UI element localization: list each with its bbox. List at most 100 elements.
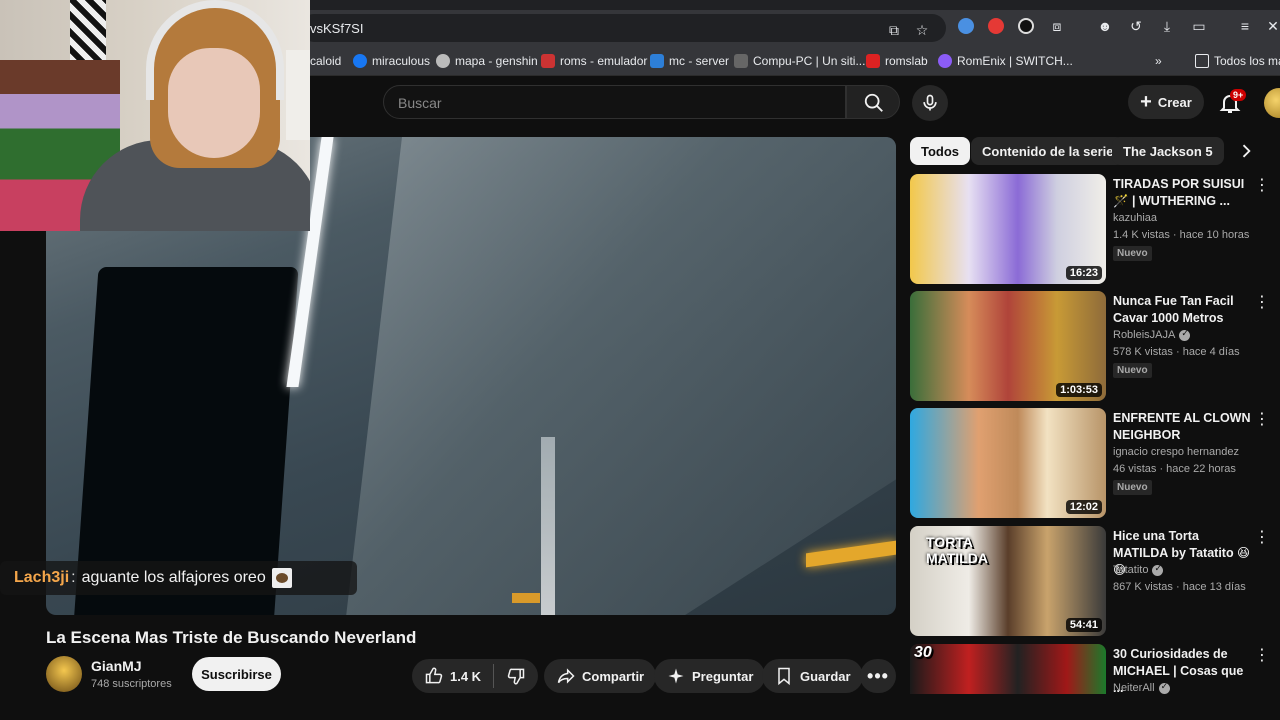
more-vertical-icon[interactable]: ⋮ (1254, 295, 1270, 313)
bookmarks-overflow-label: » (1155, 54, 1162, 68)
subscribe-button[interactable]: Suscribirse (192, 657, 281, 691)
profile-icon[interactable]: ☻ (1096, 17, 1114, 35)
bookmark-item[interactable]: caloid (310, 53, 341, 69)
video-duration: 12:02 (1065, 500, 1102, 514)
address-bar[interactable]: vsKSf7SI ⧉ ☆ (300, 14, 946, 42)
ask-button[interactable]: Preguntar (654, 659, 766, 693)
rec-views: 867 K vistas · hace 13 días (1113, 581, 1246, 593)
list-item[interactable]: 16:23 TIRADAS POR SUISUI 🪄 | WUTHERING .… (910, 174, 1280, 286)
video-thumbnail[interactable]: 1:03:53 (910, 291, 1106, 401)
plus-icon: + (1140, 91, 1152, 113)
bookmark-item[interactable]: miraculous (353, 53, 430, 69)
more-vertical-icon[interactable]: ⋮ (1254, 412, 1270, 430)
extension-3-icon[interactable] (1018, 18, 1034, 34)
rec-channel[interactable]: Tatatito (1113, 563, 1164, 576)
chip-jackson-5[interactable]: The Jackson 5 (1112, 137, 1224, 165)
reading-mode-icon[interactable]: ▭ (1190, 17, 1208, 35)
server-icon (650, 54, 664, 68)
bookmark-label: roms - emulador (560, 54, 648, 68)
ask-label: Preguntar (692, 668, 754, 684)
thumb-text-torta: TORTA (926, 534, 973, 550)
like-dislike-group: 1.4 K (412, 659, 539, 693)
verified-icon (1179, 328, 1191, 341)
share-button[interactable]: Compartir (544, 659, 657, 693)
bookmark-item[interactable]: mc - server (650, 53, 729, 69)
create-button[interactable]: + Crear (1128, 85, 1204, 119)
channel-name[interactable]: GianMJ (91, 658, 142, 674)
bookmark-item[interactable]: romslab (866, 53, 928, 69)
dislike-icon[interactable] (506, 666, 526, 686)
bookmark-item[interactable]: mapa - genshin (436, 53, 538, 69)
search-button[interactable] (846, 85, 900, 119)
list-item[interactable]: 12:02 ENFRENTE AL CLOWN NEIGHBOR ignacio… (910, 408, 1280, 520)
more-vertical-icon[interactable]: ⋮ (1254, 648, 1270, 666)
more-actions-button[interactable]: ••• (860, 659, 896, 693)
chip-todos[interactable]: Todos (910, 137, 971, 165)
chat-username: Lach3ji (14, 569, 70, 586)
history-icon[interactable]: ↺ (1127, 17, 1145, 35)
bookmarks-overflow-button[interactable]: » (1155, 53, 1162, 69)
bookmark-item[interactable]: Compu-PC | Un siti... (734, 53, 865, 69)
bookmark-label: romslab (885, 54, 928, 68)
bookmark-label: caloid (310, 54, 342, 68)
rec-title[interactable]: ENFRENTE AL CLOWN NEIGHBOR (1113, 410, 1255, 444)
bookmark-star-icon[interactable]: ☆ (914, 22, 930, 38)
create-label: Crear (1157, 94, 1192, 110)
chat-overlay: Lach3ji : aguante los alfajores oreo (0, 561, 357, 595)
video-thumbnail[interactable]: TORTA MATILDA 54:41 (910, 526, 1106, 636)
romslab-icon (866, 54, 880, 68)
video-thumbnail[interactable]: 16:23 (910, 174, 1106, 284)
video-frame-orange-light (806, 540, 896, 568)
sparkle-icon (668, 668, 684, 684)
bookmark-item[interactable]: RomEnix | SWITCH... (938, 53, 1073, 69)
video-thumbnail[interactable]: 30 (910, 644, 1106, 694)
video-frame-glare (541, 437, 555, 615)
chip-series-content[interactable]: Contenido de la serie (971, 137, 1125, 165)
video-title: La Escena Mas Triste de Buscando Neverla… (46, 628, 417, 647)
close-icon[interactable]: ✕ (1264, 17, 1280, 35)
rec-channel[interactable]: kazuhiaa (1113, 212, 1157, 224)
list-item[interactable]: 1:03:53 Nunca Fue Tan Facil Cavar 1000 M… (910, 291, 1280, 403)
rec-title[interactable]: TIRADAS POR SUISUI 🪄 | WUTHERING ... (1113, 176, 1255, 210)
video-thumbnail[interactable]: 12:02 (910, 408, 1106, 518)
install-app-icon[interactable]: ⧉ (886, 22, 902, 38)
rec-title[interactable]: Nunca Fue Tan Facil Cavar 1000 Metros (1113, 293, 1255, 327)
save-button[interactable]: Guardar (762, 659, 863, 693)
verified-icon (1152, 563, 1164, 576)
search-input[interactable]: Buscar (383, 85, 846, 119)
screen-bottom-edge (0, 694, 1280, 720)
rec-channel-name: ignacio crespo hernandez (1113, 446, 1239, 458)
chat-separator: : (71, 569, 76, 586)
video-duration: 54:41 (1065, 618, 1102, 632)
like-icon[interactable] (424, 666, 444, 686)
rec-channel[interactable]: RobleisJAJA (1113, 328, 1191, 341)
video-duration: 16:23 (1065, 266, 1102, 280)
video-frame-orange-light-small (512, 593, 540, 603)
rec-views: 1.4 K vistas · hace 10 horas (1113, 229, 1250, 241)
chevron-right-icon[interactable] (1236, 141, 1256, 161)
more-vertical-icon[interactable]: ⋮ (1254, 178, 1270, 196)
bookmarks-folder[interactable]: Todos los mar (1195, 53, 1280, 69)
bookmark-label: mc - server (669, 54, 729, 68)
voice-search-button[interactable] (912, 85, 948, 121)
rec-views: 46 vistas · hace 22 horas (1113, 463, 1236, 475)
like-count[interactable]: 1.4 K (450, 669, 481, 684)
bookmark-item[interactable]: roms - emulador (541, 53, 647, 69)
list-item[interactable]: TORTA MATILDA 54:41 Hice una Torta MATIL… (910, 526, 1280, 638)
extension-2-icon[interactable] (988, 18, 1004, 34)
list-item[interactable]: 30 30 Curiosidades de MICHAEL | Cosas qu… (910, 644, 1280, 694)
extensions-puzzle-icon[interactable]: ⧈ (1048, 17, 1066, 35)
webcam-overlay (0, 0, 310, 231)
share-label: Compartir (582, 668, 645, 684)
channel-avatar[interactable] (46, 656, 82, 692)
extension-1-icon[interactable] (958, 18, 974, 34)
chat-message: aguante los alfajores oreo (81, 569, 266, 586)
thumb-text-30: 30 (914, 644, 932, 661)
more-vertical-icon[interactable]: ⋮ (1254, 530, 1270, 548)
rec-channel[interactable]: NeiterAll (1113, 681, 1170, 694)
rec-channel[interactable]: ignacio crespo hernandez (1113, 446, 1239, 458)
tab-search-icon[interactable]: ≡ (1236, 17, 1254, 35)
bookmark-label: RomEnix | SWITCH... (957, 54, 1073, 68)
downloads-icon[interactable]: ⤓ (1158, 17, 1176, 35)
account-avatar[interactable] (1264, 88, 1280, 118)
